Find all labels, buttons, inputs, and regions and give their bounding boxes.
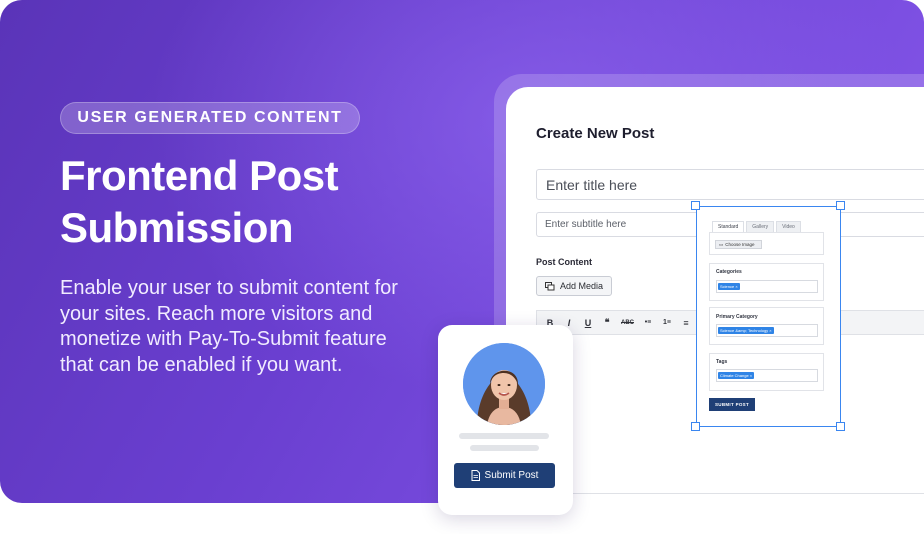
tags-label: Tags bbox=[716, 359, 728, 365]
headline-line-1: Frontend Post bbox=[60, 152, 339, 199]
resize-handle-top-left[interactable] bbox=[691, 201, 700, 210]
user-portrait bbox=[463, 343, 545, 425]
headline-line-2: Submission bbox=[60, 204, 294, 251]
blockquote-button[interactable]: ❝ bbox=[602, 317, 612, 328]
underline-button[interactable]: U bbox=[583, 318, 593, 328]
submit-post-button[interactable]: Submit Post bbox=[454, 463, 555, 488]
categories-label: Categories bbox=[716, 269, 742, 275]
resize-handle-bottom-left[interactable] bbox=[691, 422, 700, 431]
widget-submit-button[interactable]: SUBMIT POST bbox=[709, 398, 755, 411]
section-tag: USER GENERATED CONTENT bbox=[60, 102, 360, 134]
submit-post-label: Submit Post bbox=[484, 470, 539, 481]
add-media-button[interactable]: Add Media bbox=[536, 276, 612, 296]
document-icon bbox=[471, 470, 480, 481]
headline: Frontend Post Submission bbox=[60, 150, 460, 254]
media-icon bbox=[545, 281, 555, 290]
image-icon: ▭ bbox=[719, 241, 724, 247]
name-placeholder-bar bbox=[459, 433, 549, 439]
add-media-label: Add Media bbox=[560, 281, 604, 291]
choose-image-label: Choose Image bbox=[725, 242, 755, 247]
primary-category-chip[interactable]: Science &amp; Technology × bbox=[718, 327, 774, 334]
primary-category-label: Primary Category bbox=[716, 314, 758, 320]
detail-placeholder-bar bbox=[470, 445, 539, 451]
description: Enable your user to submit content for y… bbox=[60, 277, 398, 376]
editor-title: Create New Post bbox=[536, 125, 655, 142]
numbered-list-button[interactable]: 1≡ bbox=[662, 319, 672, 326]
post-content-label: Post Content bbox=[536, 257, 592, 267]
strikethrough-button[interactable]: ABC bbox=[621, 320, 634, 326]
bullet-list-button[interactable]: •≡ bbox=[643, 319, 653, 326]
resize-handle-top-right[interactable] bbox=[836, 201, 845, 210]
choose-image-button[interactable]: ▭ Choose Image bbox=[715, 240, 762, 249]
resize-handle-bottom-right[interactable] bbox=[836, 422, 845, 431]
categories-chip[interactable]: Science × bbox=[718, 283, 740, 290]
avatar bbox=[463, 343, 545, 425]
tags-chip[interactable]: Climate Change × bbox=[718, 372, 755, 379]
align-left-button[interactable]: ≡ bbox=[681, 318, 691, 328]
post-title-input[interactable]: Enter title here bbox=[536, 169, 924, 200]
